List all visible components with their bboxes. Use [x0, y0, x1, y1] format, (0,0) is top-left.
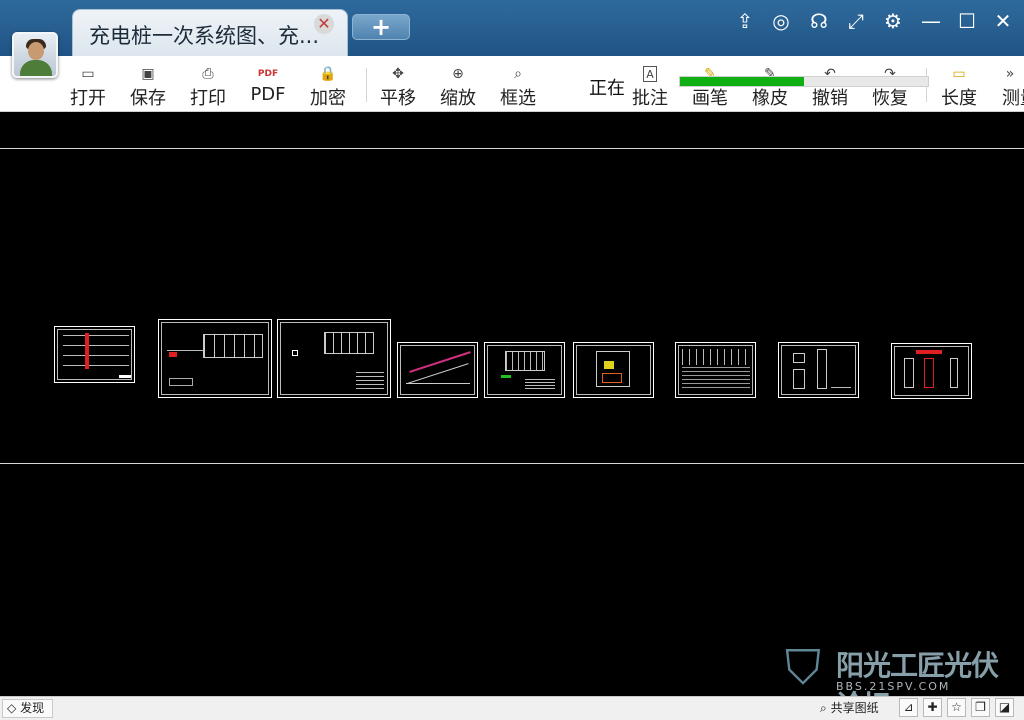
zoom-label: 缩放	[440, 88, 476, 109]
drawing-sheet[interactable]	[397, 342, 478, 398]
pan-label: 平移	[380, 88, 416, 109]
layers-icon[interactable]: ❐	[971, 698, 990, 717]
close-button[interactable]: ✕	[990, 8, 1016, 34]
fullscreen-icon[interactable]: ⤢	[843, 8, 869, 34]
drawing-sheet[interactable]	[277, 319, 391, 398]
pdf-button[interactable]: PDF PDF	[244, 56, 292, 112]
drawing-sheet[interactable]	[158, 319, 272, 398]
lock-icon: 🔒	[319, 66, 337, 82]
status-bar: ◇ 发现 ⌕ 共享图纸 ⊿ ✚ ☆ ❐ ◪	[0, 696, 1024, 720]
new-tab-button[interactable]: +	[352, 14, 410, 40]
print-button[interactable]: ⎙ 打印	[184, 56, 232, 112]
length-button[interactable]: ▭ 长度	[934, 56, 984, 112]
share-icon[interactable]: ⇪	[732, 8, 758, 34]
more-chevron-icon: »	[1005, 66, 1015, 82]
drawing-sheet[interactable]	[778, 342, 859, 398]
layout-icon[interactable]: ⊿	[899, 698, 918, 717]
settings-icon[interactable]: ⚙	[880, 8, 906, 34]
drawing-sheet[interactable]	[891, 343, 972, 399]
diamond-icon: ◇	[7, 701, 17, 715]
crosshair-icon[interactable]: ✚	[923, 698, 942, 717]
loading-progress-bar	[679, 76, 929, 87]
toolbar-divider	[366, 68, 367, 102]
save-label: 保存	[130, 88, 166, 109]
star-icon[interactable]: ☆	[947, 698, 966, 717]
title-bar: 充电桩一次系统图、充... ✕ + ⇪ ◎ ☊ ⤢ ⚙ — ☐ ✕	[0, 0, 1024, 56]
drawing-sheet[interactable]	[675, 342, 756, 398]
encrypt-button[interactable]: 🔒 加密	[304, 56, 352, 112]
length-label: 长度	[941, 88, 977, 109]
open-label: 打开	[70, 88, 106, 109]
folder-open-icon: ▭	[81, 66, 95, 82]
box-select-label: 框选	[500, 88, 536, 109]
zoom-button[interactable]: ⊕ 缩放	[434, 56, 482, 112]
search-icon: ⌕	[820, 701, 827, 715]
annotate-label: 批注	[632, 88, 668, 109]
box-select-button[interactable]: ⌕ 框选	[494, 56, 542, 112]
loading-status-text: 正在	[589, 78, 625, 99]
print-label: 打印	[190, 88, 226, 109]
pan-button[interactable]: ✥ 平移	[374, 56, 422, 112]
discover-label: 发现	[20, 701, 45, 715]
encrypt-label: 加密	[310, 88, 346, 109]
discover-button[interactable]: ◇ 发现	[2, 699, 54, 718]
fill-icon[interactable]: ◪	[995, 698, 1014, 717]
drawing-sheet[interactable]	[54, 326, 135, 383]
forum-watermark: ⛉ 阳光工匠光伏论坛 BBS.21SPV.COM	[772, 640, 1022, 720]
zoom-icon: ⊕	[452, 66, 464, 82]
headset-icon[interactable]: ☊	[806, 8, 832, 34]
redo-label: 恢复	[872, 88, 908, 109]
watermark-url: BBS.21SPV.COM	[836, 680, 951, 693]
hand-pan-icon: ✥	[392, 66, 404, 82]
shield-logo-icon: ⛉	[784, 640, 821, 696]
drawing-canvas[interactable]	[0, 112, 1024, 696]
printer-icon: ⎙	[202, 66, 214, 82]
model-boundary-line	[0, 463, 1024, 464]
annotate-button[interactable]: A 批注	[626, 56, 674, 112]
drawing-sheet[interactable]	[573, 342, 654, 398]
minimize-button[interactable]: —	[918, 8, 944, 34]
loading-progress-fill	[680, 77, 804, 86]
undo-label: 撤销	[812, 88, 848, 109]
cad-viewer-window: 充电桩一次系统图、充... ✕ + ⇪ ◎ ☊ ⤢ ⚙ — ☐ ✕ ▭ 打开 ▣…	[0, 0, 1024, 720]
save-button[interactable]: ▣ 保存	[124, 56, 172, 112]
open-button[interactable]: ▭ 打开	[64, 56, 112, 112]
document-tab[interactable]: 充电桩一次系统图、充... ✕	[72, 9, 348, 56]
tab-close-icon[interactable]: ✕	[314, 14, 334, 34]
wechat-icon[interactable]: ◎	[768, 8, 794, 34]
measure-button[interactable]: » 测量	[996, 56, 1024, 112]
pdf-icon: PDF	[257, 69, 279, 79]
measure-label: 测量	[1002, 88, 1024, 109]
share-drawing-label: 共享图纸	[830, 701, 879, 715]
user-avatar[interactable]	[12, 32, 58, 78]
annotate-icon: A	[643, 66, 657, 82]
magnifier-icon: ⌕	[514, 66, 522, 82]
pen-label: 画笔	[692, 88, 728, 109]
drawing-sheet[interactable]	[484, 342, 565, 398]
save-icon: ▣	[141, 66, 155, 82]
maximize-button[interactable]: ☐	[954, 8, 980, 34]
document-tab-title: 充电桩一次系统图、充...	[89, 24, 320, 48]
pdf-label: PDF	[250, 84, 286, 105]
eraser-label: 橡皮	[752, 88, 788, 109]
model-boundary-line	[0, 148, 1024, 149]
share-drawing-button[interactable]: ⌕ 共享图纸	[820, 698, 879, 718]
ruler-icon: ▭	[952, 66, 966, 82]
